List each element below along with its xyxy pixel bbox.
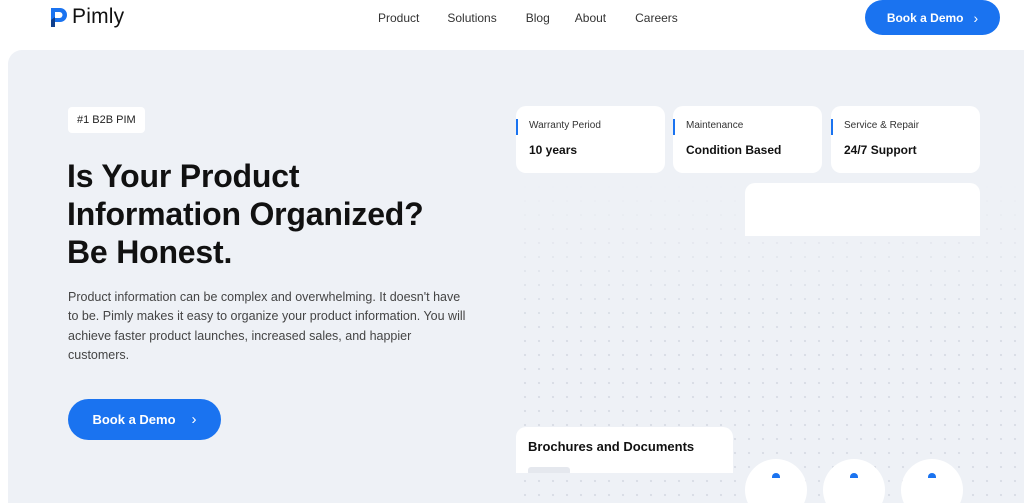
brand-logo[interactable]: Pimly [48,5,124,29]
header-book-demo-label: Book a Demo [886,10,964,25]
chevron-right-icon: › [973,9,979,26]
spec-label: Maintenance [686,120,744,131]
accent-bar [516,119,518,135]
main-nav: Product Solutions Blog About Careers [378,11,678,25]
headline-line-1: Is Your Product [67,158,300,194]
spec-value: Condition Based [686,143,782,157]
nav-item-about[interactable]: About [575,11,606,25]
spec-card-service: Service & Repair 24/7 Support [831,106,980,173]
circle-indicator [850,473,858,478]
spec-value: 10 years [529,143,578,157]
site-header: Pimly Product Solutions Blog About Caree… [0,0,1024,44]
header-book-demo-button[interactable]: Book a Demo › [865,0,1000,35]
spec-label: Service & Repair [844,120,920,131]
headline-line-3: Be Honest. [67,234,233,270]
preview-panel [745,183,980,236]
nav-item-blog[interactable]: Blog [526,11,550,25]
nav-item-careers[interactable]: Careers [635,11,678,25]
spec-value: 24/7 Support [844,143,917,157]
nav-item-product[interactable]: Product [378,11,419,25]
spec-label: Warranty Period [529,120,601,131]
document-chip [528,467,570,473]
spec-card-maintenance: Maintenance Condition Based [673,106,822,173]
headline-line-2: Information Organized? [67,196,424,232]
hero-book-demo-label: Book a Demo [92,412,176,427]
chevron-right-icon: › [191,411,197,428]
circle-indicator [928,473,936,478]
circle-indicator [772,473,780,478]
hero-headline: Is Your Product Information Organized? B… [67,157,507,271]
nav-item-solutions[interactable]: Solutions [447,11,496,25]
brochures-card[interactable]: Brochures and Documents [516,427,733,473]
accent-bar [673,119,675,135]
hero-description: Product information can be complex and o… [68,290,466,362]
accent-bar [831,119,833,135]
brand-name: Pimly [72,5,125,28]
hero-badge: #1 B2B PIM [68,107,145,133]
hero-book-demo-button[interactable]: Book a Demo › [68,399,221,440]
pimly-logo-icon [51,8,67,27]
brochures-title: Brochures and Documents [528,439,695,454]
spec-card-warranty: Warranty Period 10 years [516,106,665,173]
